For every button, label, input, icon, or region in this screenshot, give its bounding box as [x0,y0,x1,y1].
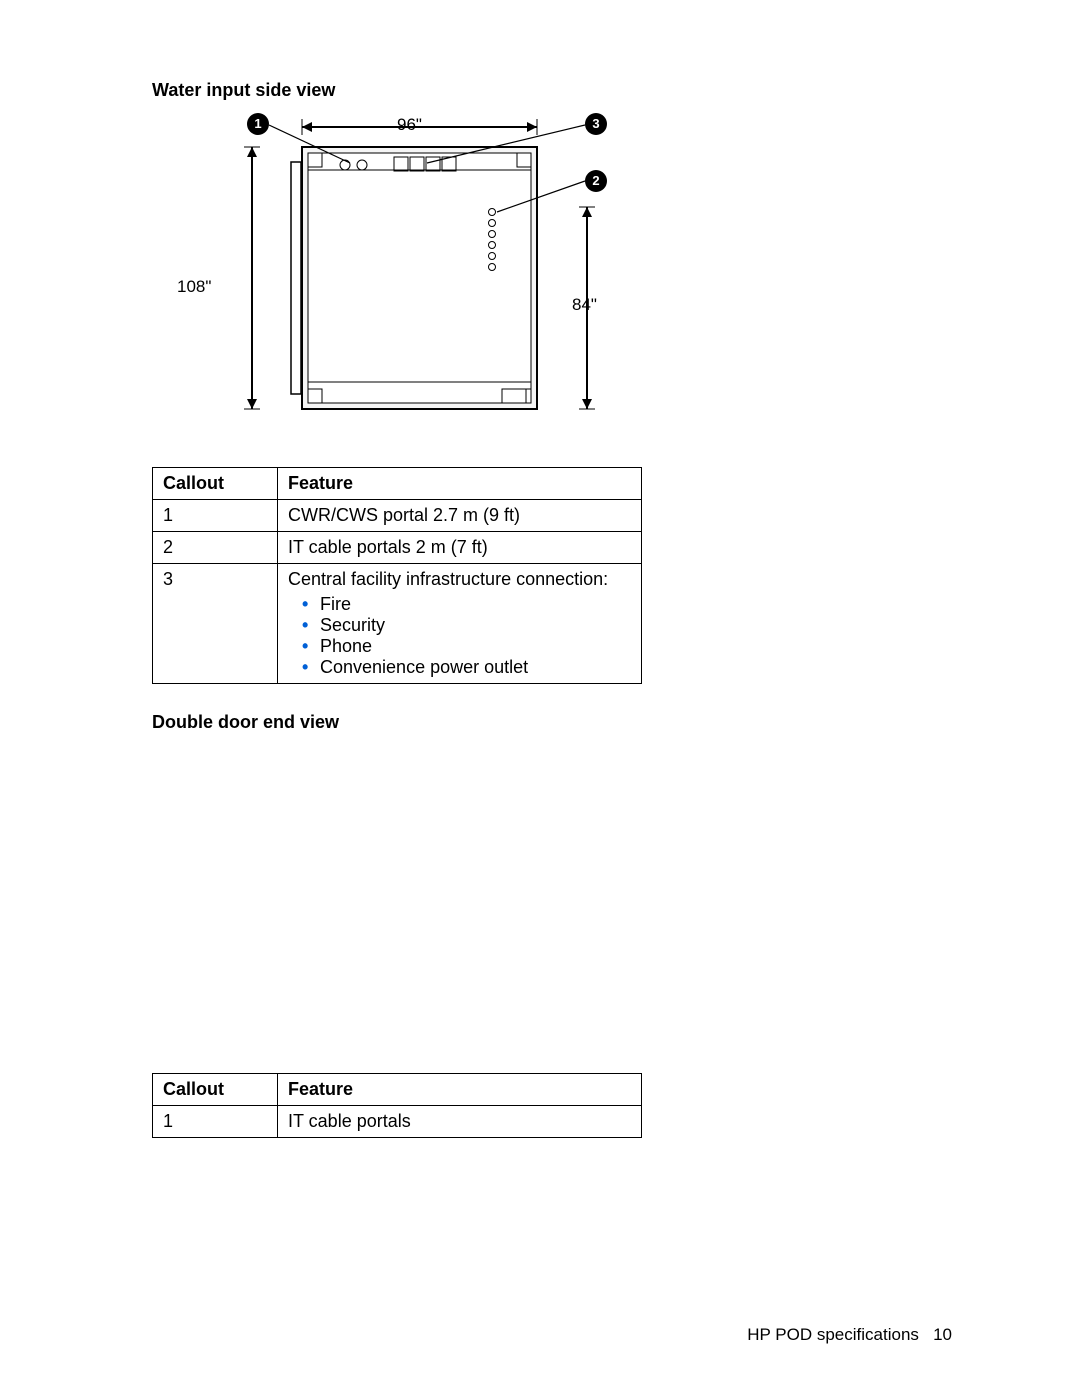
dim-height-right-label: 84" [572,295,597,315]
callout-table-2: Callout Feature 1 IT cable portals [152,1073,642,1138]
list-item: Security [306,615,631,636]
callout-table-1: Callout Feature 1 CWR/CWS portal 2.7 m (… [152,467,642,684]
table-row: 1 IT cable portals [153,1106,642,1138]
footer-page: 10 [933,1325,952,1344]
section-heading-water-input: Water input side view [152,80,952,101]
table2-head-callout: Callout [153,1074,278,1106]
cell-feature: IT cable portals [278,1106,642,1138]
cell-callout: 3 [153,564,278,684]
cell-callout: 1 [153,1106,278,1138]
diagram-svg [192,117,622,427]
cell-feature: CWR/CWS portal 2.7 m (9 ft) [278,500,642,532]
list-item: Fire [306,594,631,615]
water-input-diagram: 96" 108" 84" 1 3 2 [192,117,622,427]
section-heading-double-door: Double door end view [152,712,952,733]
dim-height-left-label: 108" [177,277,211,297]
page-footer: HP POD specifications 10 [747,1325,952,1345]
cell-callout: 1 [153,500,278,532]
table-row: 3 Central facility infrastructure connec… [153,564,642,684]
table1-head-feature: Feature [278,468,642,500]
cell-callout: 2 [153,532,278,564]
table-row: 2 IT cable portals 2 m (7 ft) [153,532,642,564]
table-row: 1 CWR/CWS portal 2.7 m (9 ft) [153,500,642,532]
callout-badge-1: 1 [247,113,269,135]
list-item: Phone [306,636,631,657]
feature-bullets: Fire Security Phone Convenience power ou… [288,594,631,678]
cell-feature: IT cable portals 2 m (7 ft) [278,532,642,564]
dim-width-label: 96" [397,115,422,135]
callout-badge-2: 2 [585,170,607,192]
footer-text: HP POD specifications [747,1325,919,1344]
table2-head-feature: Feature [278,1074,642,1106]
feature-intro: Central facility infrastructure connecti… [288,569,608,589]
table1-head-callout: Callout [153,468,278,500]
list-item: Convenience power outlet [306,657,631,678]
callout-badge-3: 3 [585,113,607,135]
cell-feature: Central facility infrastructure connecti… [278,564,642,684]
